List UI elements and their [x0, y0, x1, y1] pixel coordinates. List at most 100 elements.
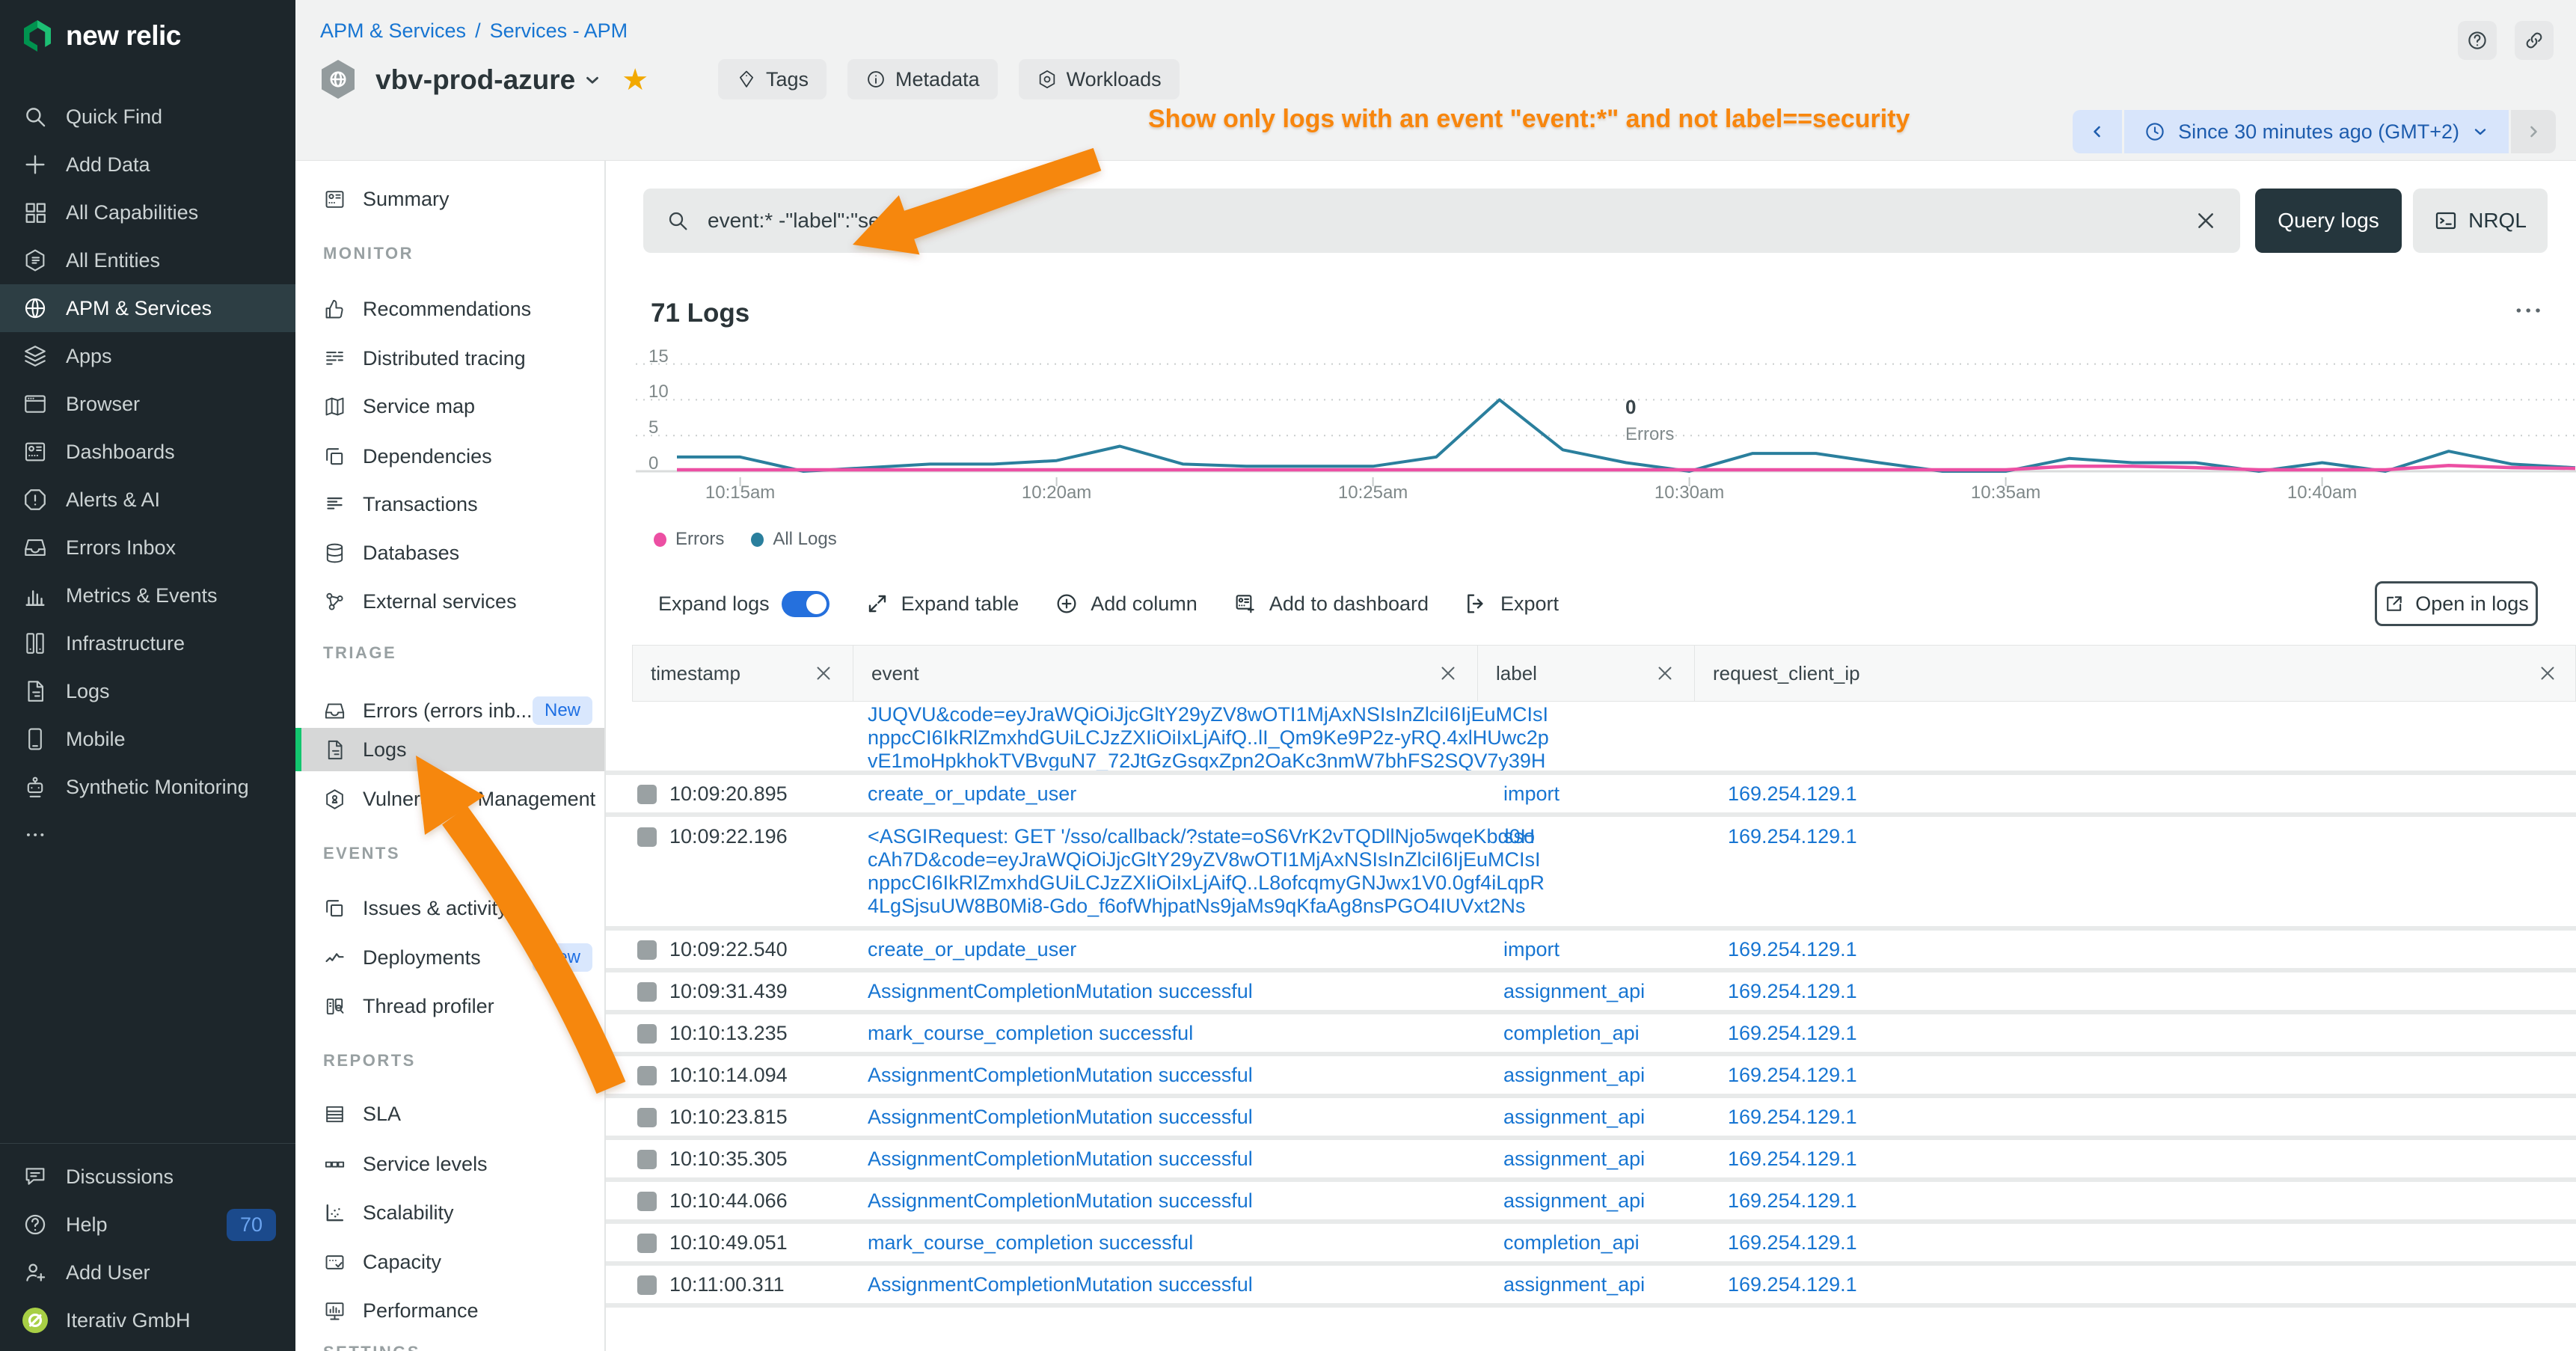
remove-column-icon[interactable]: [1654, 662, 1676, 684]
cell-label-link[interactable]: completion_api: [1503, 1022, 1640, 1045]
sidebar-item-more[interactable]: [0, 811, 295, 859]
cell-event-link[interactable]: AssignmentCompletionMutation successful: [868, 1273, 1253, 1296]
cell-event-link[interactable]: AssignmentCompletionMutation successful: [868, 1189, 1253, 1213]
entity-nav-item-sla[interactable]: SLA: [295, 1092, 604, 1136]
cell-event-link[interactable]: mark_course_completion successful: [868, 1231, 1193, 1254]
remove-column-icon[interactable]: [1437, 662, 1459, 684]
cell-label-link[interactable]: assignment_api: [1503, 1064, 1645, 1087]
cell-label-link[interactable]: assignment_api: [1503, 1148, 1645, 1171]
row-marker-icon[interactable]: [637, 827, 657, 847]
sidebar-item-dashboards[interactable]: Dashboards: [0, 428, 295, 476]
add-column-button[interactable]: Add column: [1055, 592, 1197, 616]
row-marker-icon[interactable]: [637, 982, 657, 1002]
metadata-button[interactable]: Metadata: [847, 59, 998, 99]
entity-nav-item-service-levels[interactable]: Service levels: [295, 1142, 604, 1186]
export-button[interactable]: Export: [1465, 592, 1559, 616]
legend-item-errors[interactable]: Errors: [654, 529, 724, 550]
newrelic-logo[interactable]: new relic: [19, 18, 181, 54]
column-header-event[interactable]: event: [853, 646, 1478, 701]
table-row[interactable]: 10:10:35.305AssignmentCompletionMutation…: [606, 1140, 2576, 1177]
entity-nav-item-logs[interactable]: Logs: [295, 728, 604, 771]
time-forward-button[interactable]: [2511, 110, 2556, 153]
sidebar-item-all-entities[interactable]: All Entities: [0, 236, 295, 284]
cell-event-link[interactable]: <ASGIRequest: GET '/sso/callback/?state=…: [868, 825, 1545, 918]
cell-request-client-ip-link[interactable]: 169.254.129.1: [1728, 1106, 1857, 1129]
entity-nav-item-vulnerability-management[interactable]: Vulnerability Management: [295, 777, 604, 821]
table-row[interactable]: 10:09:22.540create_or_update_userimport1…: [606, 931, 2576, 968]
cell-label-link[interactable]: assignment_api: [1503, 1273, 1645, 1296]
column-header-timestamp[interactable]: timestamp: [633, 646, 853, 701]
entity-nav-item-deployments[interactable]: DeploymentsNew: [295, 936, 604, 979]
cell-event-link[interactable]: mark_course_completion successful: [868, 1022, 1193, 1045]
cell-request-client-ip-link[interactable]: 169.254.129.1: [1728, 1148, 1857, 1171]
cell-label-link[interactable]: import: [1503, 938, 1560, 961]
column-header-label[interactable]: label: [1478, 646, 1695, 701]
row-marker-icon[interactable]: [637, 1275, 657, 1295]
cell-request-client-ip-link[interactable]: 169.254.129.1: [1728, 980, 1857, 1003]
row-marker-icon[interactable]: [637, 1024, 657, 1044]
entity-nav-item-errors-errors-inb[interactable]: Errors (errors inb...New: [295, 689, 604, 732]
expand-logs-toggle[interactable]: Expand logs: [658, 591, 829, 617]
cell-label-link[interactable]: assignment_api: [1503, 980, 1645, 1003]
cell-event-link[interactable]: create_or_update_user: [868, 938, 1076, 961]
sidebar-item-apm-services[interactable]: APM & Services: [0, 284, 295, 332]
cell-event-link[interactable]: AssignmentCompletionMutation successful: [868, 980, 1253, 1003]
cell-request-client-ip-link[interactable]: 169.254.129.1: [1728, 825, 1857, 848]
cell-request-client-ip-link[interactable]: 169.254.129.1: [1728, 1064, 1857, 1087]
legend-item-all-logs[interactable]: All Logs: [751, 529, 836, 550]
entity-name[interactable]: vbv-prod-azure: [375, 64, 575, 96]
row-marker-icon[interactable]: [637, 1150, 657, 1169]
cell-event-link[interactable]: AssignmentCompletionMutation successful: [868, 1106, 1253, 1129]
entity-nav-item-issues-activity[interactable]: Issues & activity: [295, 886, 604, 930]
sidebar-item-alerts-ai[interactable]: Alerts & AI: [0, 476, 295, 524]
sidebar-item-help[interactable]: Help70: [0, 1201, 295, 1249]
table-row[interactable]: 10:09:22.196<ASGIRequest: GET '/sso/call…: [606, 817, 2576, 926]
tags-button[interactable]: Tags: [718, 59, 827, 99]
entity-nav-item-recommendations[interactable]: Recommendations: [295, 287, 604, 331]
sidebar-item-synthetic-monitoring[interactable]: Synthetic Monitoring: [0, 763, 295, 811]
entity-nav-item-thread-profiler[interactable]: Thread profiler: [295, 984, 604, 1028]
row-marker-icon[interactable]: [637, 1234, 657, 1253]
cell-request-client-ip-link[interactable]: 169.254.129.1: [1728, 1022, 1857, 1045]
sidebar-item-errors-inbox[interactable]: Errors Inbox: [0, 524, 295, 572]
entity-nav-item-scalability[interactable]: Scalability: [295, 1191, 604, 1234]
cell-label-link[interactable]: import: [1503, 782, 1560, 806]
sidebar-item-logs[interactable]: Logs: [0, 667, 295, 715]
cell-label-link[interactable]: completion_api: [1503, 1231, 1640, 1254]
row-marker-icon[interactable]: [637, 1192, 657, 1211]
sidebar-item-all-capabilities[interactable]: All Capabilities: [0, 189, 295, 236]
sidebar-item-add-data[interactable]: Add Data: [0, 141, 295, 189]
cell-request-client-ip-link[interactable]: 169.254.129.1: [1728, 1189, 1857, 1213]
clear-query-icon[interactable]: [2194, 209, 2218, 233]
sidebar-item-iterativ-gmbh[interactable]: Iterativ GmbH: [0, 1296, 295, 1344]
cell-event-link[interactable]: JUQVU&code=eyJraWQiOiJjcGltY29yZV8wOTI1M…: [868, 703, 1549, 773]
sidebar-item-infrastructure[interactable]: Infrastructure: [0, 619, 295, 667]
sidebar-item-browser[interactable]: Browser: [0, 380, 295, 428]
table-row[interactable]: 10:10:13.235mark_course_completion succe…: [606, 1014, 2576, 1052]
entity-nav-item-external-services[interactable]: External services: [295, 580, 604, 623]
open-in-logs-button[interactable]: Open in logs: [2375, 581, 2538, 626]
workloads-button[interactable]: Workloads: [1019, 59, 1180, 99]
logs-timeseries-chart[interactable]: [606, 329, 2576, 524]
table-row[interactable]: 10:10:23.815AssignmentCompletionMutation…: [606, 1098, 2576, 1136]
cell-label-link[interactable]: sso: [1503, 825, 1535, 848]
expand-table-button[interactable]: Expand table: [865, 592, 1019, 616]
entity-chevron-down-icon[interactable]: [583, 70, 602, 90]
remove-column-icon[interactable]: [2536, 662, 2559, 684]
table-row[interactable]: 10:11:00.311AssignmentCompletionMutation…: [606, 1266, 2576, 1303]
cell-event-link[interactable]: AssignmentCompletionMutation successful: [868, 1064, 1253, 1087]
sidebar-item-add-user[interactable]: Add User: [0, 1249, 295, 1296]
entity-nav-item-distributed-tracing[interactable]: Distributed tracing: [295, 337, 604, 380]
entity-nav-item-dependencies[interactable]: Dependencies: [295, 435, 604, 478]
table-row[interactable]: 10:10:44.066AssignmentCompletionMutation…: [606, 1182, 2576, 1219]
cell-event-link[interactable]: create_or_update_user: [868, 782, 1076, 806]
row-marker-icon[interactable]: [637, 940, 657, 960]
cell-label-link[interactable]: assignment_api: [1503, 1106, 1645, 1129]
entity-nav-item-performance[interactable]: Performance: [295, 1289, 604, 1332]
nrql-button[interactable]: NRQL: [2413, 189, 2548, 253]
cell-label-link[interactable]: assignment_api: [1503, 1189, 1645, 1213]
cell-request-client-ip-link[interactable]: 169.254.129.1: [1728, 938, 1857, 961]
entity-nav-item-service-map[interactable]: Service map: [295, 385, 604, 428]
row-marker-icon[interactable]: [637, 1108, 657, 1127]
sidebar-item-metrics-events[interactable]: Metrics & Events: [0, 572, 295, 619]
